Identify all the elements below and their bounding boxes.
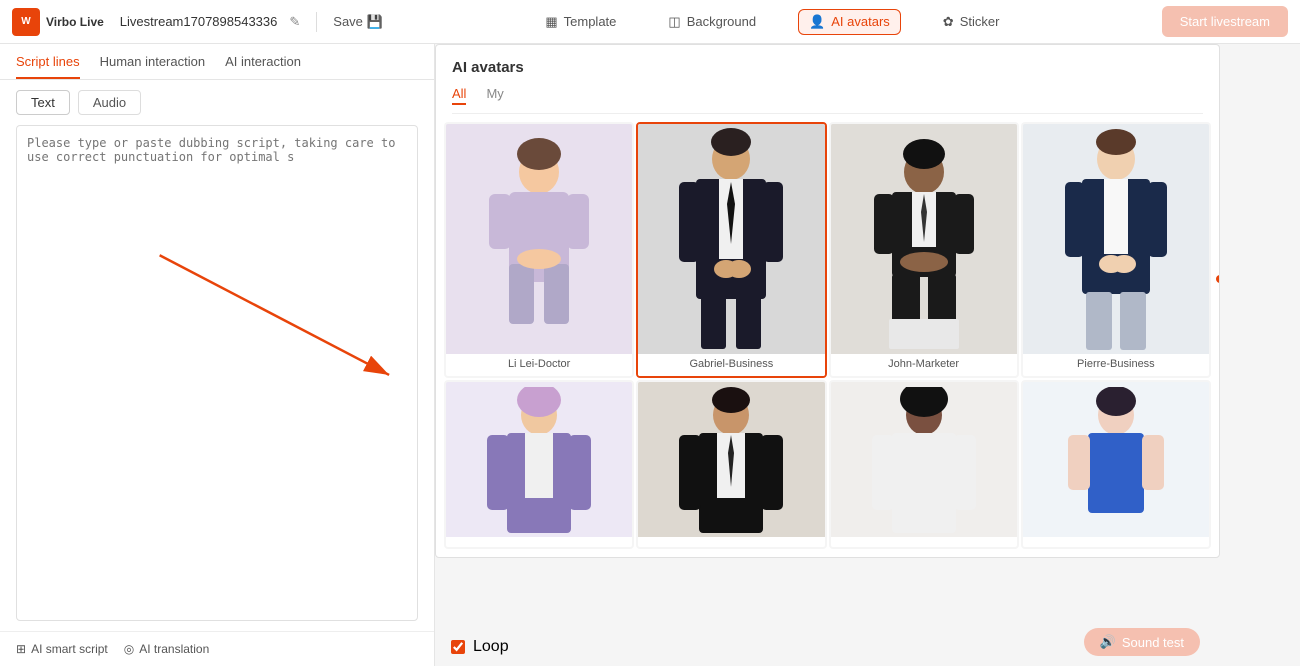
avatar-figure-gabriel — [671, 124, 791, 354]
logo-area: W Virbo Live — [12, 8, 104, 36]
loop-area: Loop — [451, 638, 509, 656]
avatar-label-8 — [1023, 537, 1209, 547]
filter-tab-my[interactable]: My — [486, 86, 503, 105]
red-dot-marker — [1216, 275, 1220, 283]
avatar-image-pierre — [1023, 124, 1209, 354]
avatar-figure-8 — [1056, 387, 1176, 537]
left-bottom-bar: ⊞ AI smart script ◎ AI translation — [0, 631, 434, 666]
livestream-name: Livestream1707898543336 — [120, 14, 278, 29]
template-icon: ▦ — [545, 14, 557, 30]
header-nav: ▦ Template ◫ Background 👤 AI avatars ✿ S… — [391, 9, 1154, 35]
sticker-icon: ✿ — [943, 14, 954, 30]
logo-text: Virbo Live — [46, 15, 104, 29]
tab-human-interaction[interactable]: Human interaction — [100, 54, 206, 79]
nav-background[interactable]: ◫ Background — [658, 10, 766, 34]
start-livestream-button[interactable]: Start livestream — [1162, 6, 1288, 37]
avatar-image-john — [831, 124, 1017, 354]
avatar-panel-title: AI avatars — [452, 59, 1203, 76]
sound-test-button[interactable]: 🔊 Sound test — [1084, 628, 1200, 656]
filter-tab-all[interactable]: All — [452, 86, 466, 105]
avatar-label-li-lei: Li Lei-Doctor — [446, 354, 632, 376]
avatar-figure-7 — [864, 387, 984, 537]
avatar-card-7[interactable] — [829, 380, 1019, 549]
avatar-label-7 — [831, 537, 1017, 547]
avatar-figure-li-lei — [479, 134, 599, 354]
background-icon: ◫ — [668, 14, 680, 30]
avatar-figure-6 — [671, 387, 791, 537]
nav-sticker[interactable]: ✿ Sticker — [933, 10, 1010, 34]
ai-smart-script-icon: ⊞ — [16, 642, 26, 656]
avatar-figure-john — [864, 134, 984, 354]
logo-icon: W — [12, 8, 40, 36]
ai-translation-button[interactable]: ◎ AI translation — [124, 642, 210, 656]
main-area: Script lines Human interaction AI intera… — [0, 44, 1300, 666]
nav-template[interactable]: ▦ Template — [535, 10, 626, 34]
avatar-image-7 — [831, 382, 1017, 537]
right-content: AI avatars All My — [435, 44, 1300, 666]
avatar-image-gabriel — [638, 124, 824, 354]
ai-smart-script-button[interactable]: ⊞ AI smart script — [16, 642, 108, 656]
loop-label: Loop — [473, 638, 509, 656]
avatar-image-6 — [638, 382, 824, 537]
save-icon: 💾 — [367, 14, 383, 30]
avatar-label-john: John-Marketer — [831, 354, 1017, 376]
avatar-card-8[interactable] — [1021, 380, 1211, 549]
divider — [316, 12, 317, 32]
avatar-card-gabriel[interactable]: Gabriel-Business — [636, 122, 826, 378]
tab-script-lines[interactable]: Script lines — [16, 54, 80, 79]
avatar-card-li-lei[interactable]: Li Lei-Doctor — [444, 122, 634, 378]
avatar-panel-header: AI avatars All My — [436, 45, 1219, 114]
avatar-image-li-lei — [446, 124, 632, 354]
sound-icon: 🔊 — [1100, 634, 1116, 650]
avatar-card-pierre[interactable]: Pierre-Business — [1021, 122, 1211, 378]
avatar-label-6 — [638, 537, 824, 547]
edit-icon[interactable]: ✎ — [289, 14, 300, 30]
avatar-figure-5 — [479, 387, 599, 537]
save-button[interactable]: Save 💾 — [333, 14, 383, 30]
script-textarea[interactable] — [16, 125, 418, 621]
avatar-label-5 — [446, 537, 632, 547]
header: W Virbo Live Livestream1707898543336 ✎ S… — [0, 0, 1300, 44]
avatar-image-5 — [446, 382, 632, 537]
avatar-label-gabriel: Gabriel-Business — [638, 354, 824, 376]
text-audio-tabs: Text Audio — [0, 80, 434, 125]
avatar-label-pierre: Pierre-Business — [1023, 354, 1209, 376]
avatar-panel: AI avatars All My — [435, 44, 1220, 558]
tab-ai-interaction[interactable]: AI interaction — [225, 54, 301, 79]
avatar-card-john[interactable]: John-Marketer — [829, 122, 1019, 378]
nav-ai-avatars[interactable]: 👤 AI avatars — [798, 9, 901, 35]
avatar-grid: Li Lei-Doctor — [436, 114, 1219, 557]
avatar-card-5[interactable] — [444, 380, 634, 549]
audio-tab-button[interactable]: Audio — [78, 90, 141, 115]
ai-translation-icon: ◎ — [124, 642, 134, 656]
script-tabs: Script lines Human interaction AI intera… — [0, 44, 434, 80]
loop-checkbox[interactable] — [451, 640, 465, 654]
text-tab-button[interactable]: Text — [16, 90, 70, 115]
left-panel: Script lines Human interaction AI intera… — [0, 44, 435, 666]
avatar-card-6[interactable] — [636, 380, 826, 549]
avatar-filter-tabs: All My — [452, 86, 1203, 114]
ai-avatars-icon: 👤 — [809, 14, 825, 30]
avatar-figure-pierre — [1056, 124, 1176, 354]
avatar-image-8 — [1023, 382, 1209, 537]
